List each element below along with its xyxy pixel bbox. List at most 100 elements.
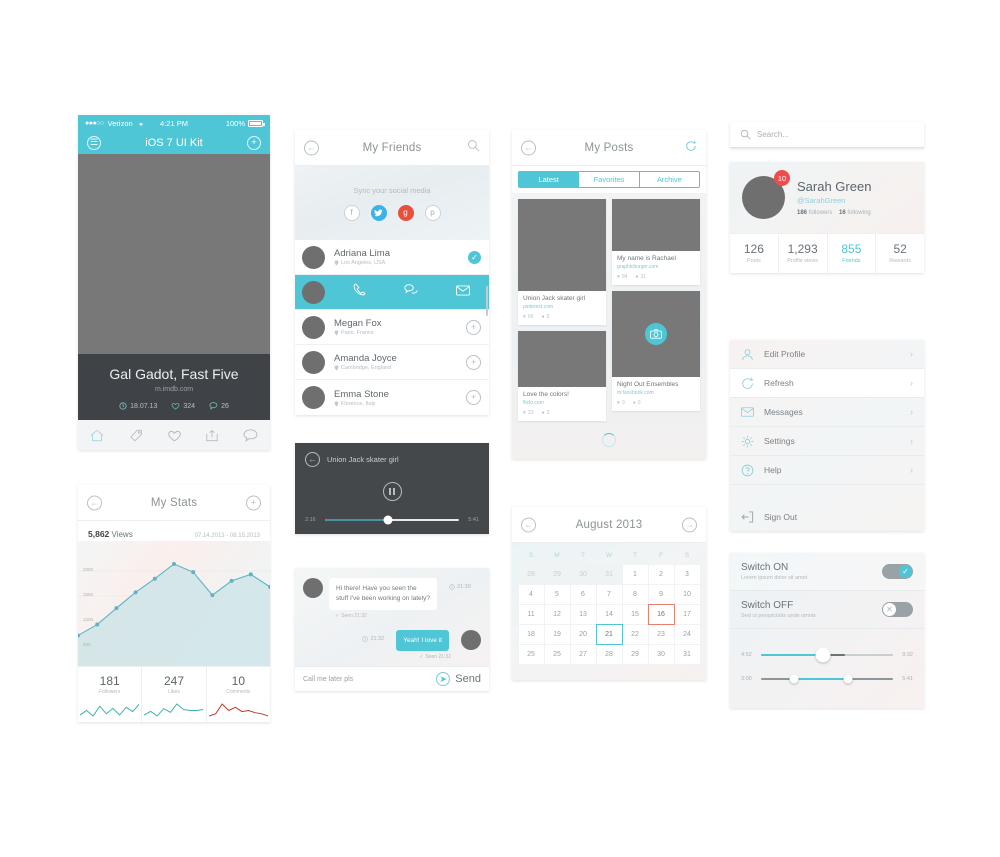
- progress-track[interactable]: [325, 515, 459, 525]
- post-tile[interactable]: Love the colors! flickr.com ♥ 23 ● 3: [518, 331, 606, 421]
- search-bar[interactable]: Search...: [730, 122, 924, 148]
- post-tile[interactable]: My name is Rachael graphicburger.com ♥ 8…: [612, 199, 700, 285]
- calendar-day[interactable]: 5: [543, 583, 571, 605]
- add-friend-button[interactable]: +: [466, 354, 481, 370]
- calendar-day-today[interactable]: 16: [647, 603, 675, 625]
- tab-comment[interactable]: [232, 428, 270, 442]
- add-friend-button[interactable]: +: [466, 390, 481, 405]
- refresh-icon[interactable]: [685, 139, 697, 157]
- profile-stat-profile-views[interactable]: 1,293 Profile views: [779, 234, 828, 273]
- slider-knob[interactable]: [815, 647, 831, 663]
- list-item[interactable]: Adriana Lima Los Angeles, USA ✓: [295, 240, 489, 275]
- calendar-day[interactable]: 30: [569, 563, 597, 585]
- send-button[interactable]: ➤ Send: [436, 672, 481, 687]
- calendar-day[interactable]: 9: [647, 583, 675, 605]
- tab-share[interactable]: [193, 429, 231, 442]
- search-input[interactable]: Search...: [757, 130, 789, 139]
- menu-item-edit-profile[interactable]: Edit Profile ›: [730, 340, 924, 369]
- twitter-icon[interactable]: [370, 204, 387, 221]
- facebook-icon[interactable]: f: [343, 204, 360, 221]
- slider-track[interactable]: [761, 647, 893, 663]
- calendar-day[interactable]: 29: [621, 643, 649, 665]
- menu-item-messages[interactable]: Messages ›: [730, 398, 924, 427]
- mail-icon[interactable]: [456, 283, 470, 301]
- googleplus-icon[interactable]: g: [397, 204, 414, 221]
- chat-input[interactable]: Call me later pls: [303, 676, 353, 683]
- calendar-day[interactable]: 3: [673, 563, 701, 585]
- profile-stat-posts[interactable]: 126 Posts: [730, 234, 779, 273]
- slider-knob-from[interactable]: [789, 674, 799, 684]
- search-icon[interactable]: [467, 139, 480, 157]
- calendar-day[interactable]: 31: [595, 563, 623, 585]
- calendar-day[interactable]: 29: [543, 563, 571, 585]
- calendar-day[interactable]: 10: [673, 583, 701, 605]
- calendar-day[interactable]: 11: [517, 603, 545, 625]
- phone-icon[interactable]: [353, 283, 366, 301]
- calendar-day[interactable]: 8: [621, 583, 649, 605]
- back-arrow-icon[interactable]: ←: [521, 517, 536, 532]
- calendar-day-selected[interactable]: 21: [595, 623, 623, 645]
- calendar-day[interactable]: 28: [517, 563, 545, 585]
- calendar-day[interactable]: 19: [543, 623, 571, 645]
- list-item-expanded[interactable]: [295, 275, 489, 310]
- calendar-day[interactable]: 4: [517, 583, 545, 605]
- scrollbar[interactable]: [486, 286, 488, 316]
- list-item[interactable]: Amanda Joyce Cambridge, England +: [295, 345, 489, 380]
- calendar-day[interactable]: 15: [621, 603, 649, 625]
- tab-favorites[interactable]: Favorites: [579, 171, 640, 188]
- calendar-day[interactable]: 23: [647, 623, 675, 645]
- chat-icon[interactable]: [404, 283, 418, 301]
- progress-knob[interactable]: [383, 515, 393, 525]
- tab-archive[interactable]: Archive: [639, 171, 700, 188]
- calendar-day[interactable]: 7: [595, 583, 623, 605]
- slider-track[interactable]: [761, 674, 893, 684]
- calendar-day[interactable]: 14: [595, 603, 623, 625]
- post-tile-featured[interactable]: Night Out Ensembles m.facebook.com ♥ 9 ●…: [612, 291, 700, 411]
- back-arrow-icon[interactable]: ←: [87, 495, 102, 510]
- list-item[interactable]: Emma Stone Florence, Italy +: [295, 380, 489, 415]
- calendar-day[interactable]: 22: [621, 623, 649, 645]
- forward-arrow-icon[interactable]: →: [682, 517, 697, 532]
- back-arrow-icon[interactable]: ←: [521, 140, 536, 155]
- plus-icon[interactable]: +: [247, 135, 261, 150]
- list-item[interactable]: Megan Fox Paris, France +: [295, 310, 489, 345]
- calendar-day[interactable]: 25: [517, 643, 545, 665]
- add-friend-button[interactable]: +: [466, 319, 481, 335]
- calendar-day[interactable]: 20: [569, 623, 597, 645]
- pause-button[interactable]: [382, 482, 402, 501]
- calendar-day[interactable]: 6: [569, 583, 597, 605]
- pinterest-icon[interactable]: p: [424, 204, 441, 221]
- profile-stat-friends[interactable]: 855 Friends: [828, 234, 877, 273]
- toggle-off[interactable]: ✕: [882, 602, 913, 617]
- calendar-day[interactable]: 2: [647, 563, 675, 585]
- calendar-day[interactable]: 1: [621, 563, 649, 585]
- calendar-day[interactable]: 31: [673, 643, 701, 665]
- menu-item-sign-out[interactable]: Sign Out: [730, 502, 924, 531]
- tab-latest[interactable]: Latest: [518, 171, 580, 188]
- calendar-day[interactable]: 25: [543, 643, 571, 665]
- avatar[interactable]: 10: [742, 170, 790, 219]
- tab-tag[interactable]: [116, 429, 154, 442]
- calendar-day[interactable]: 27: [569, 643, 597, 665]
- toggle-on[interactable]: ✓: [882, 564, 913, 579]
- back-arrow-icon[interactable]: ←: [305, 452, 320, 467]
- calendar-day[interactable]: 17: [673, 603, 701, 625]
- tab-home[interactable]: [78, 429, 116, 442]
- post-tile[interactable]: Union Jack skater girl pinterest.com ♥ 6…: [518, 199, 606, 325]
- calendar-day[interactable]: 24: [673, 623, 701, 645]
- plus-icon[interactable]: +: [246, 495, 261, 510]
- tab-heart[interactable]: [155, 429, 193, 442]
- calendar-day[interactable]: 30: [647, 643, 675, 665]
- menu-item-refresh[interactable]: Refresh ›: [730, 369, 924, 398]
- calendar-day[interactable]: 18: [517, 623, 545, 645]
- calendar-day[interactable]: 13: [569, 603, 597, 625]
- calendar-day[interactable]: 28: [595, 643, 623, 665]
- added-check-icon[interactable]: ✓: [468, 250, 481, 264]
- profile-stat-rewards[interactable]: 52 Rewards: [876, 234, 924, 273]
- camera-icon[interactable]: [645, 323, 667, 345]
- menu-item-settings[interactable]: Settings ›: [730, 427, 924, 456]
- back-arrow-icon[interactable]: ←: [304, 140, 319, 155]
- chat-input-bar[interactable]: Call me later pls ➤ Send: [295, 666, 489, 692]
- menu-item-help[interactable]: Help ›: [730, 456, 924, 485]
- hamburger-icon[interactable]: ☰: [87, 135, 101, 150]
